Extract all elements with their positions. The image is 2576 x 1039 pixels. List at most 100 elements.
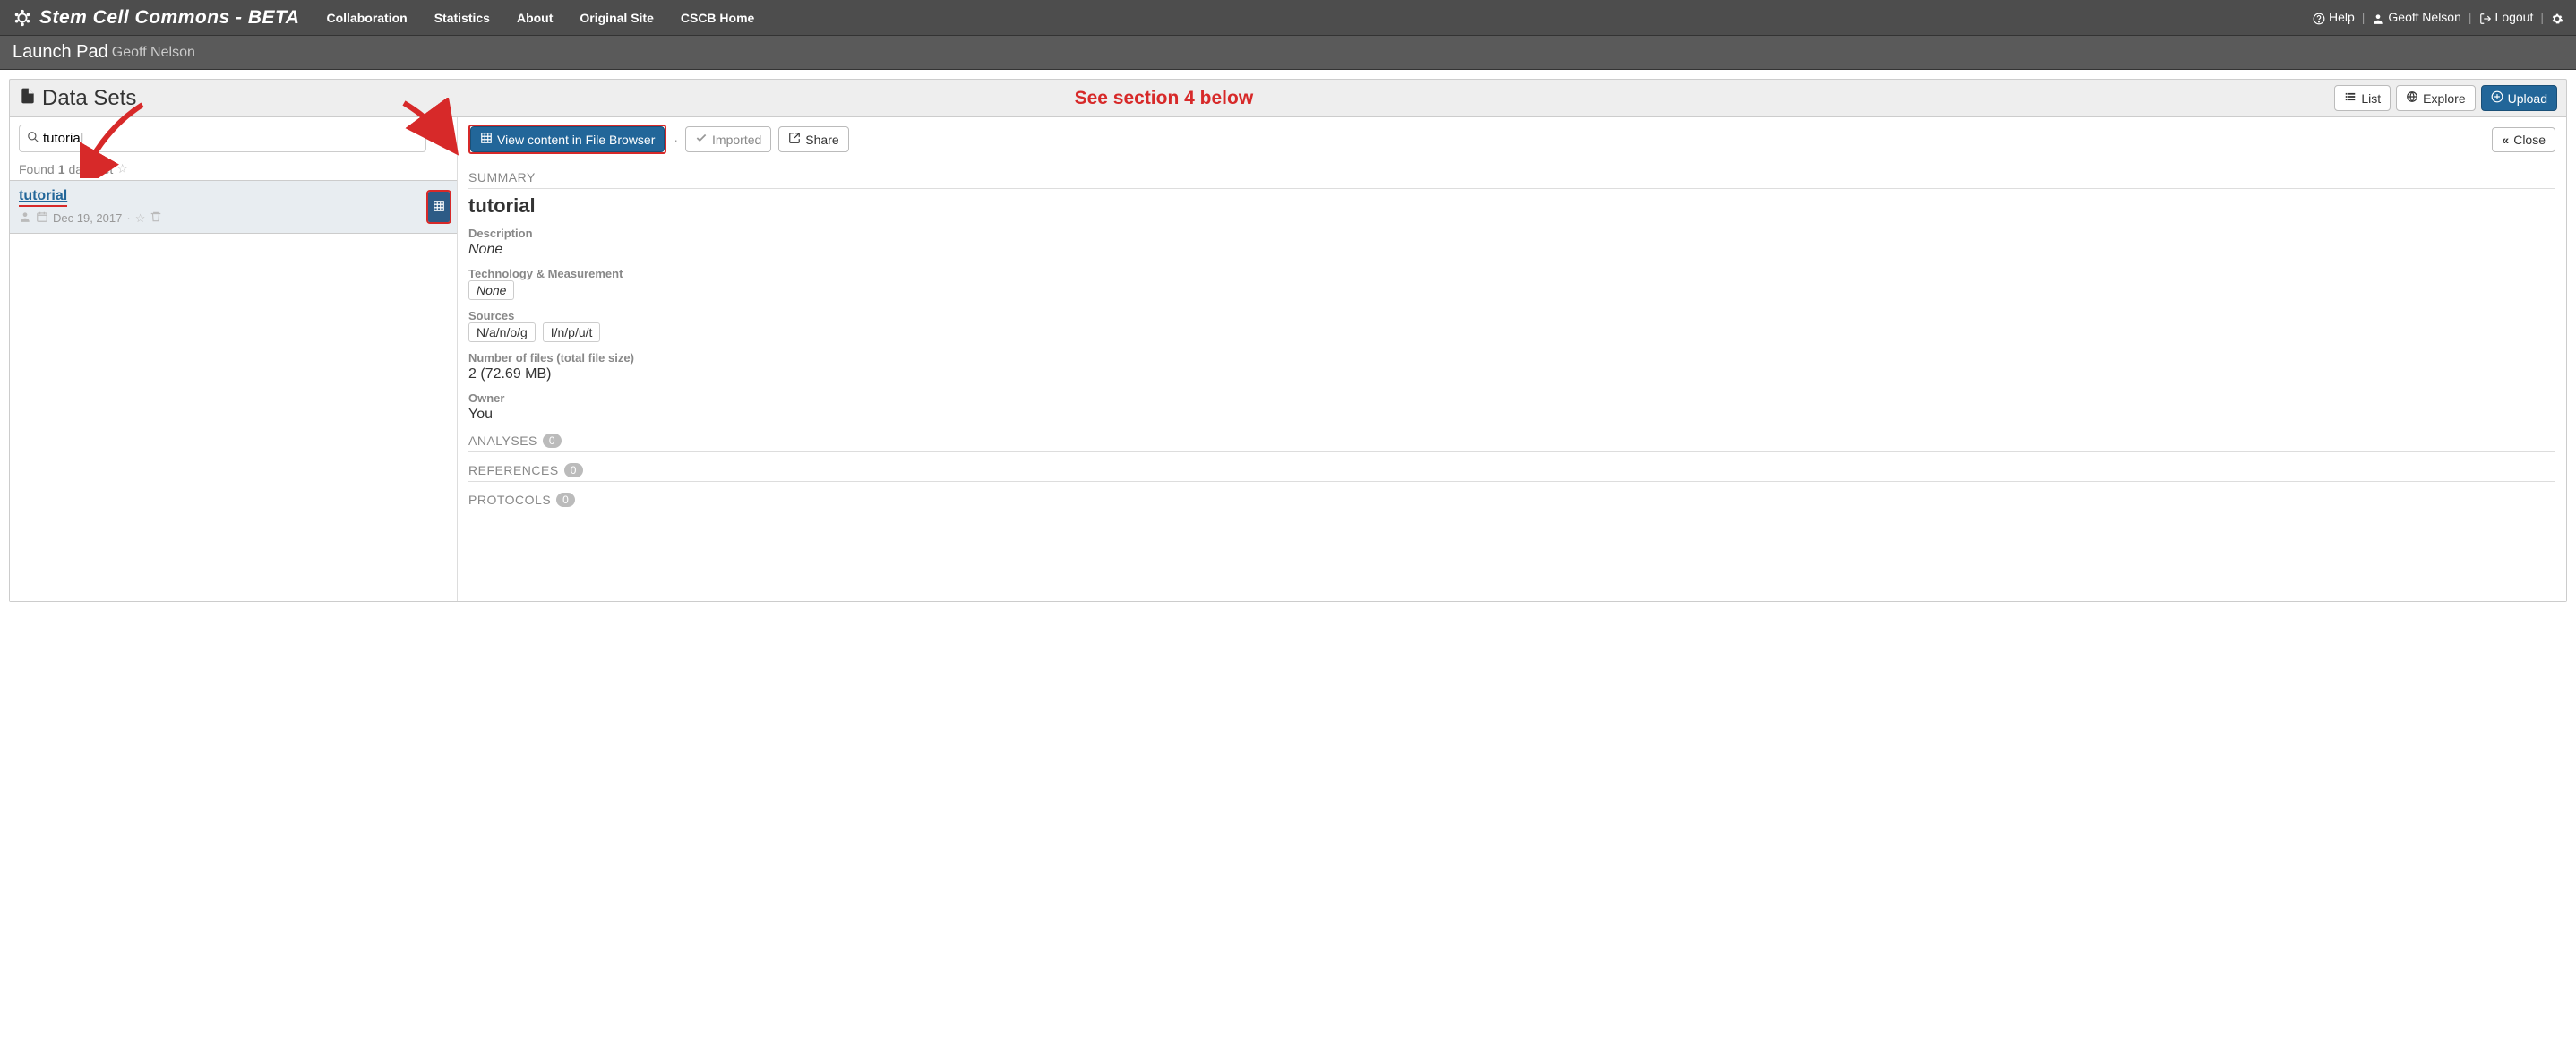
trash-icon[interactable] xyxy=(150,210,162,226)
separator: · xyxy=(126,211,130,225)
launchpad-user: Geoff Nelson xyxy=(112,45,195,61)
description-label: Description xyxy=(468,227,2555,240)
source-pill-1: N/a/n/o/g xyxy=(468,322,536,342)
owner-value: You xyxy=(468,407,2555,423)
logout-label: Logout xyxy=(2495,10,2534,24)
top-nav: Stem Cell Commons - BETA Collaboration S… xyxy=(0,0,2576,36)
tech-value: None xyxy=(468,280,514,300)
view-content-label: View content in File Browser xyxy=(497,133,655,147)
user-icon xyxy=(19,210,31,226)
left-column: Found 1 data set ☆ tutorial Dec 19, 2017… xyxy=(10,117,458,601)
topnav-right: Help | Geoff Nelson | Logout | xyxy=(2313,10,2563,24)
dataset-meta: Dec 19, 2017 · ☆ xyxy=(19,210,448,226)
brand-icon xyxy=(13,7,32,29)
gear-icon xyxy=(2551,10,2563,24)
references-header-text: REFERENCES xyxy=(468,463,559,477)
panel-header-actions: List Explore Upload xyxy=(2334,85,2557,111)
user-label: Geoff Nelson xyxy=(2388,10,2460,24)
files-label: Number of files (total file size) xyxy=(468,351,2555,365)
found-row: Found 1 data set ☆ xyxy=(10,158,457,180)
dataset-item[interactable]: tutorial Dec 19, 2017 · ☆ xyxy=(10,180,457,234)
brand[interactable]: Stem Cell Commons - BETA xyxy=(13,7,299,29)
panel-header: Data Sets See section 4 below List Explo… xyxy=(10,80,2566,117)
right-column: View content in File Browser · Imported … xyxy=(458,117,2566,601)
references-header: REFERENCES 0 xyxy=(468,458,2555,482)
nav-about[interactable]: About xyxy=(517,11,553,25)
nav-collaboration[interactable]: Collaboration xyxy=(326,11,407,25)
subheader: Launch Pad Geoff Nelson xyxy=(0,36,2576,70)
user-link[interactable]: Geoff Nelson xyxy=(2372,10,2460,24)
list-button[interactable]: List xyxy=(2334,85,2391,111)
list-label: List xyxy=(2361,91,2381,106)
search-row xyxy=(10,125,457,158)
close-icon: « xyxy=(2502,133,2509,147)
share-label: Share xyxy=(805,133,838,147)
found-suffix: data set xyxy=(69,162,114,176)
dataset-grid-button[interactable] xyxy=(428,192,450,222)
separator: | xyxy=(2540,10,2544,24)
files-value: 2 (72.69 MB) xyxy=(468,366,2555,382)
nav-statistics[interactable]: Statistics xyxy=(434,11,490,25)
logout-icon xyxy=(2479,10,2492,24)
nav-original-site[interactable]: Original Site xyxy=(580,11,653,25)
grid-icon xyxy=(433,200,445,215)
dataset-name: tutorial xyxy=(468,194,2555,218)
star-icon[interactable]: ☆ xyxy=(135,211,146,226)
datasets-panel: Data Sets See section 4 below List Explo… xyxy=(9,79,2567,602)
user-icon xyxy=(2372,10,2384,24)
search-side-icons xyxy=(435,131,448,146)
separator: | xyxy=(2469,10,2472,24)
panel-title-text: Data Sets xyxy=(42,86,136,111)
launchpad-title: Launch Pad xyxy=(13,42,108,63)
panel-body: Found 1 data set ☆ tutorial Dec 19, 2017… xyxy=(10,117,2566,601)
calendar-icon xyxy=(36,210,48,226)
source-pill-2: I/n/p/u/t xyxy=(543,322,601,342)
description-value: None xyxy=(468,242,2555,258)
owner-label: Owner xyxy=(468,391,2555,405)
dataset-side-actions xyxy=(428,192,450,222)
list-icon xyxy=(2344,90,2357,106)
sources-label: Sources xyxy=(468,309,2555,322)
annotation-highlight-box: View content in File Browser xyxy=(468,125,666,154)
file-icon xyxy=(19,86,37,111)
separator-dot: · xyxy=(674,133,678,147)
settings-link[interactable] xyxy=(2551,10,2563,24)
search-input[interactable] xyxy=(39,129,418,148)
star-icon[interactable]: ☆ xyxy=(116,161,128,176)
imported-button[interactable]: Imported xyxy=(685,126,771,152)
protocols-header-text: PROTOCOLS xyxy=(468,493,551,507)
analyses-header-text: ANALYSES xyxy=(468,434,537,448)
share-button[interactable]: Share xyxy=(778,126,848,152)
summary-header-text: SUMMARY xyxy=(468,170,536,185)
dataset-date: Dec 19, 2017 xyxy=(53,211,122,225)
close-label: Close xyxy=(2513,133,2546,147)
references-count-badge: 0 xyxy=(564,463,583,477)
check-icon xyxy=(695,132,708,147)
found-count: 1 xyxy=(58,162,65,176)
close-button[interactable]: « Close xyxy=(2492,127,2555,152)
analyses-count-badge: 0 xyxy=(543,434,562,448)
main-wrap: Data Sets See section 4 below List Explo… xyxy=(0,70,2576,611)
help-link[interactable]: Help xyxy=(2313,10,2355,24)
search-box xyxy=(19,125,426,152)
logout-link[interactable]: Logout xyxy=(2479,10,2534,24)
explore-button[interactable]: Explore xyxy=(2396,85,2475,111)
share-icon xyxy=(788,132,801,147)
upload-button[interactable]: Upload xyxy=(2481,85,2557,111)
explore-label: Explore xyxy=(2423,91,2465,106)
summary-header: SUMMARY xyxy=(468,165,2555,189)
brand-text: Stem Cell Commons - BETA xyxy=(39,7,299,29)
view-content-button[interactable]: View content in File Browser xyxy=(470,126,665,152)
dataset-title-link[interactable]: tutorial xyxy=(19,188,67,203)
annotation-text: See section 4 below xyxy=(1075,88,1254,109)
upload-label: Upload xyxy=(2508,91,2547,106)
cart-icon[interactable] xyxy=(435,131,448,146)
upload-icon xyxy=(2491,90,2503,106)
tech-label: Technology & Measurement xyxy=(468,267,2555,280)
found-prefix: Found xyxy=(19,162,55,176)
panel-title: Data Sets xyxy=(19,86,136,111)
explore-icon xyxy=(2406,90,2418,106)
help-icon xyxy=(2313,10,2325,24)
protocols-count-badge: 0 xyxy=(556,493,575,507)
nav-cscb-home[interactable]: CSCB Home xyxy=(681,11,754,25)
